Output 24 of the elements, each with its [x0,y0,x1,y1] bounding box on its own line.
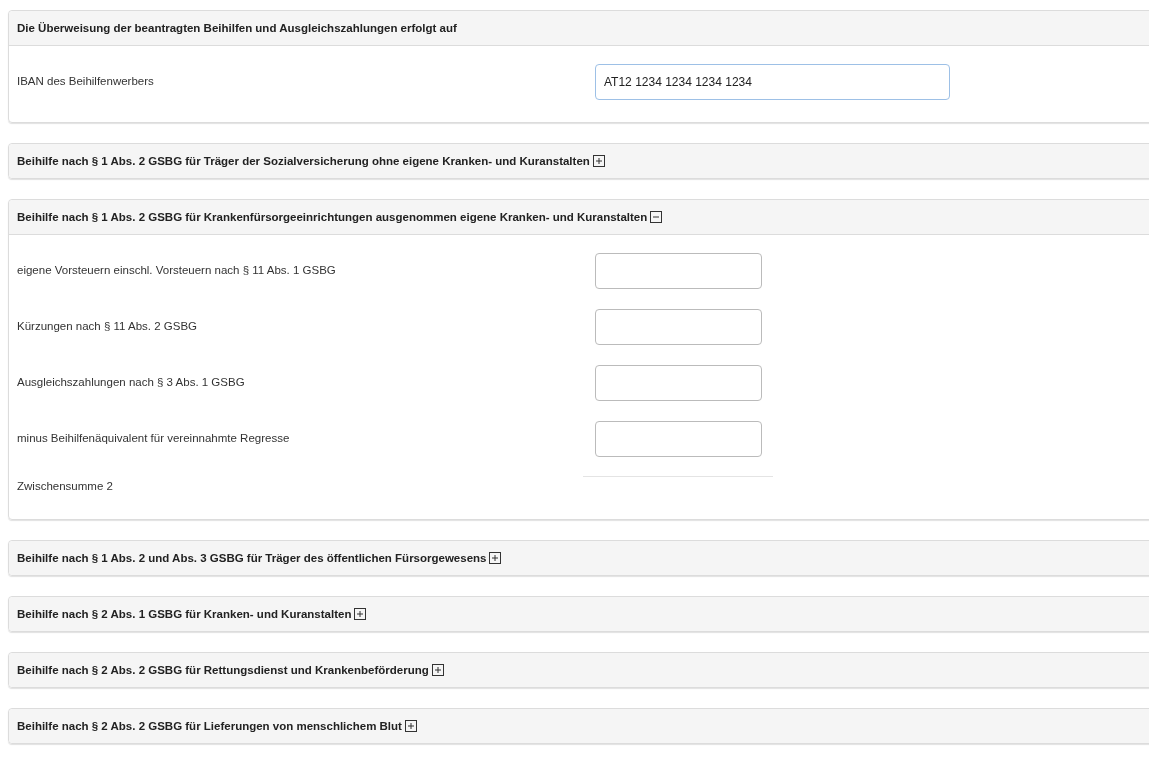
input-field[interactable] [595,365,762,401]
input-field[interactable] [595,421,762,457]
section-title: Beihilfe nach § 1 Abs. 2 GSBG für Träger der Sozialversicherung ohne eigene Kranken- und Kuranstalten [17,154,590,168]
section-title: Beihilfe nach § 2 Abs. 2 GSBG für Lieferungen von menschlichem Blut [17,719,402,733]
input-field[interactable] [595,309,762,345]
input-field[interactable] [595,253,762,289]
expand-icon[interactable] [354,608,367,620]
section-title: Beihilfe nach § 2 Abs. 1 GSBG für Kranken- und Kuranstalten [17,607,352,621]
field-label: Ausgleichszahlungen nach § 3 Abs. 1 GSBG [17,375,246,391]
section-title: Die Überweisung der beantragten Beihilfen und Ausgleichszahlungen erfolgt auf [17,21,457,35]
field-label: IBAN des Beihilfenwerbers [17,74,155,90]
collapse-icon[interactable] [650,211,663,223]
field-label: Kürzungen nach § 11 Abs. 2 GSBG [17,319,199,335]
expand-icon[interactable] [404,720,417,732]
expand-icon[interactable] [489,552,502,564]
field-label: Zwischensumme 2 [17,479,114,495]
expand-icon[interactable] [592,155,605,167]
input-field[interactable]: AT12 1234 1234 1234 1234 [595,64,950,100]
expand-icon[interactable] [431,664,444,676]
field-label: eigene Vorsteuern einschl. Vorsteuern nach § 11 Abs. 1 GSBG [17,263,337,279]
section-title: Beihilfe nach § 1 Abs. 2 und Abs. 3 GSBG für Träger des öffentlichen Fürsorgewesens [17,551,487,565]
section-title: Beihilfe nach § 1 Abs. 2 GSBG für Krankenfürsorgeeinrichtungen ausgenommen eigene Kranken- und Kuranstalten [17,210,648,224]
section-title: Beihilfe nach § 2 Abs. 2 GSBG für Rettungsdienst und Krankenbeförderung [17,663,429,677]
field-label: minus Beihilfenäquivalent für vereinnahmte Regresse [17,431,291,447]
